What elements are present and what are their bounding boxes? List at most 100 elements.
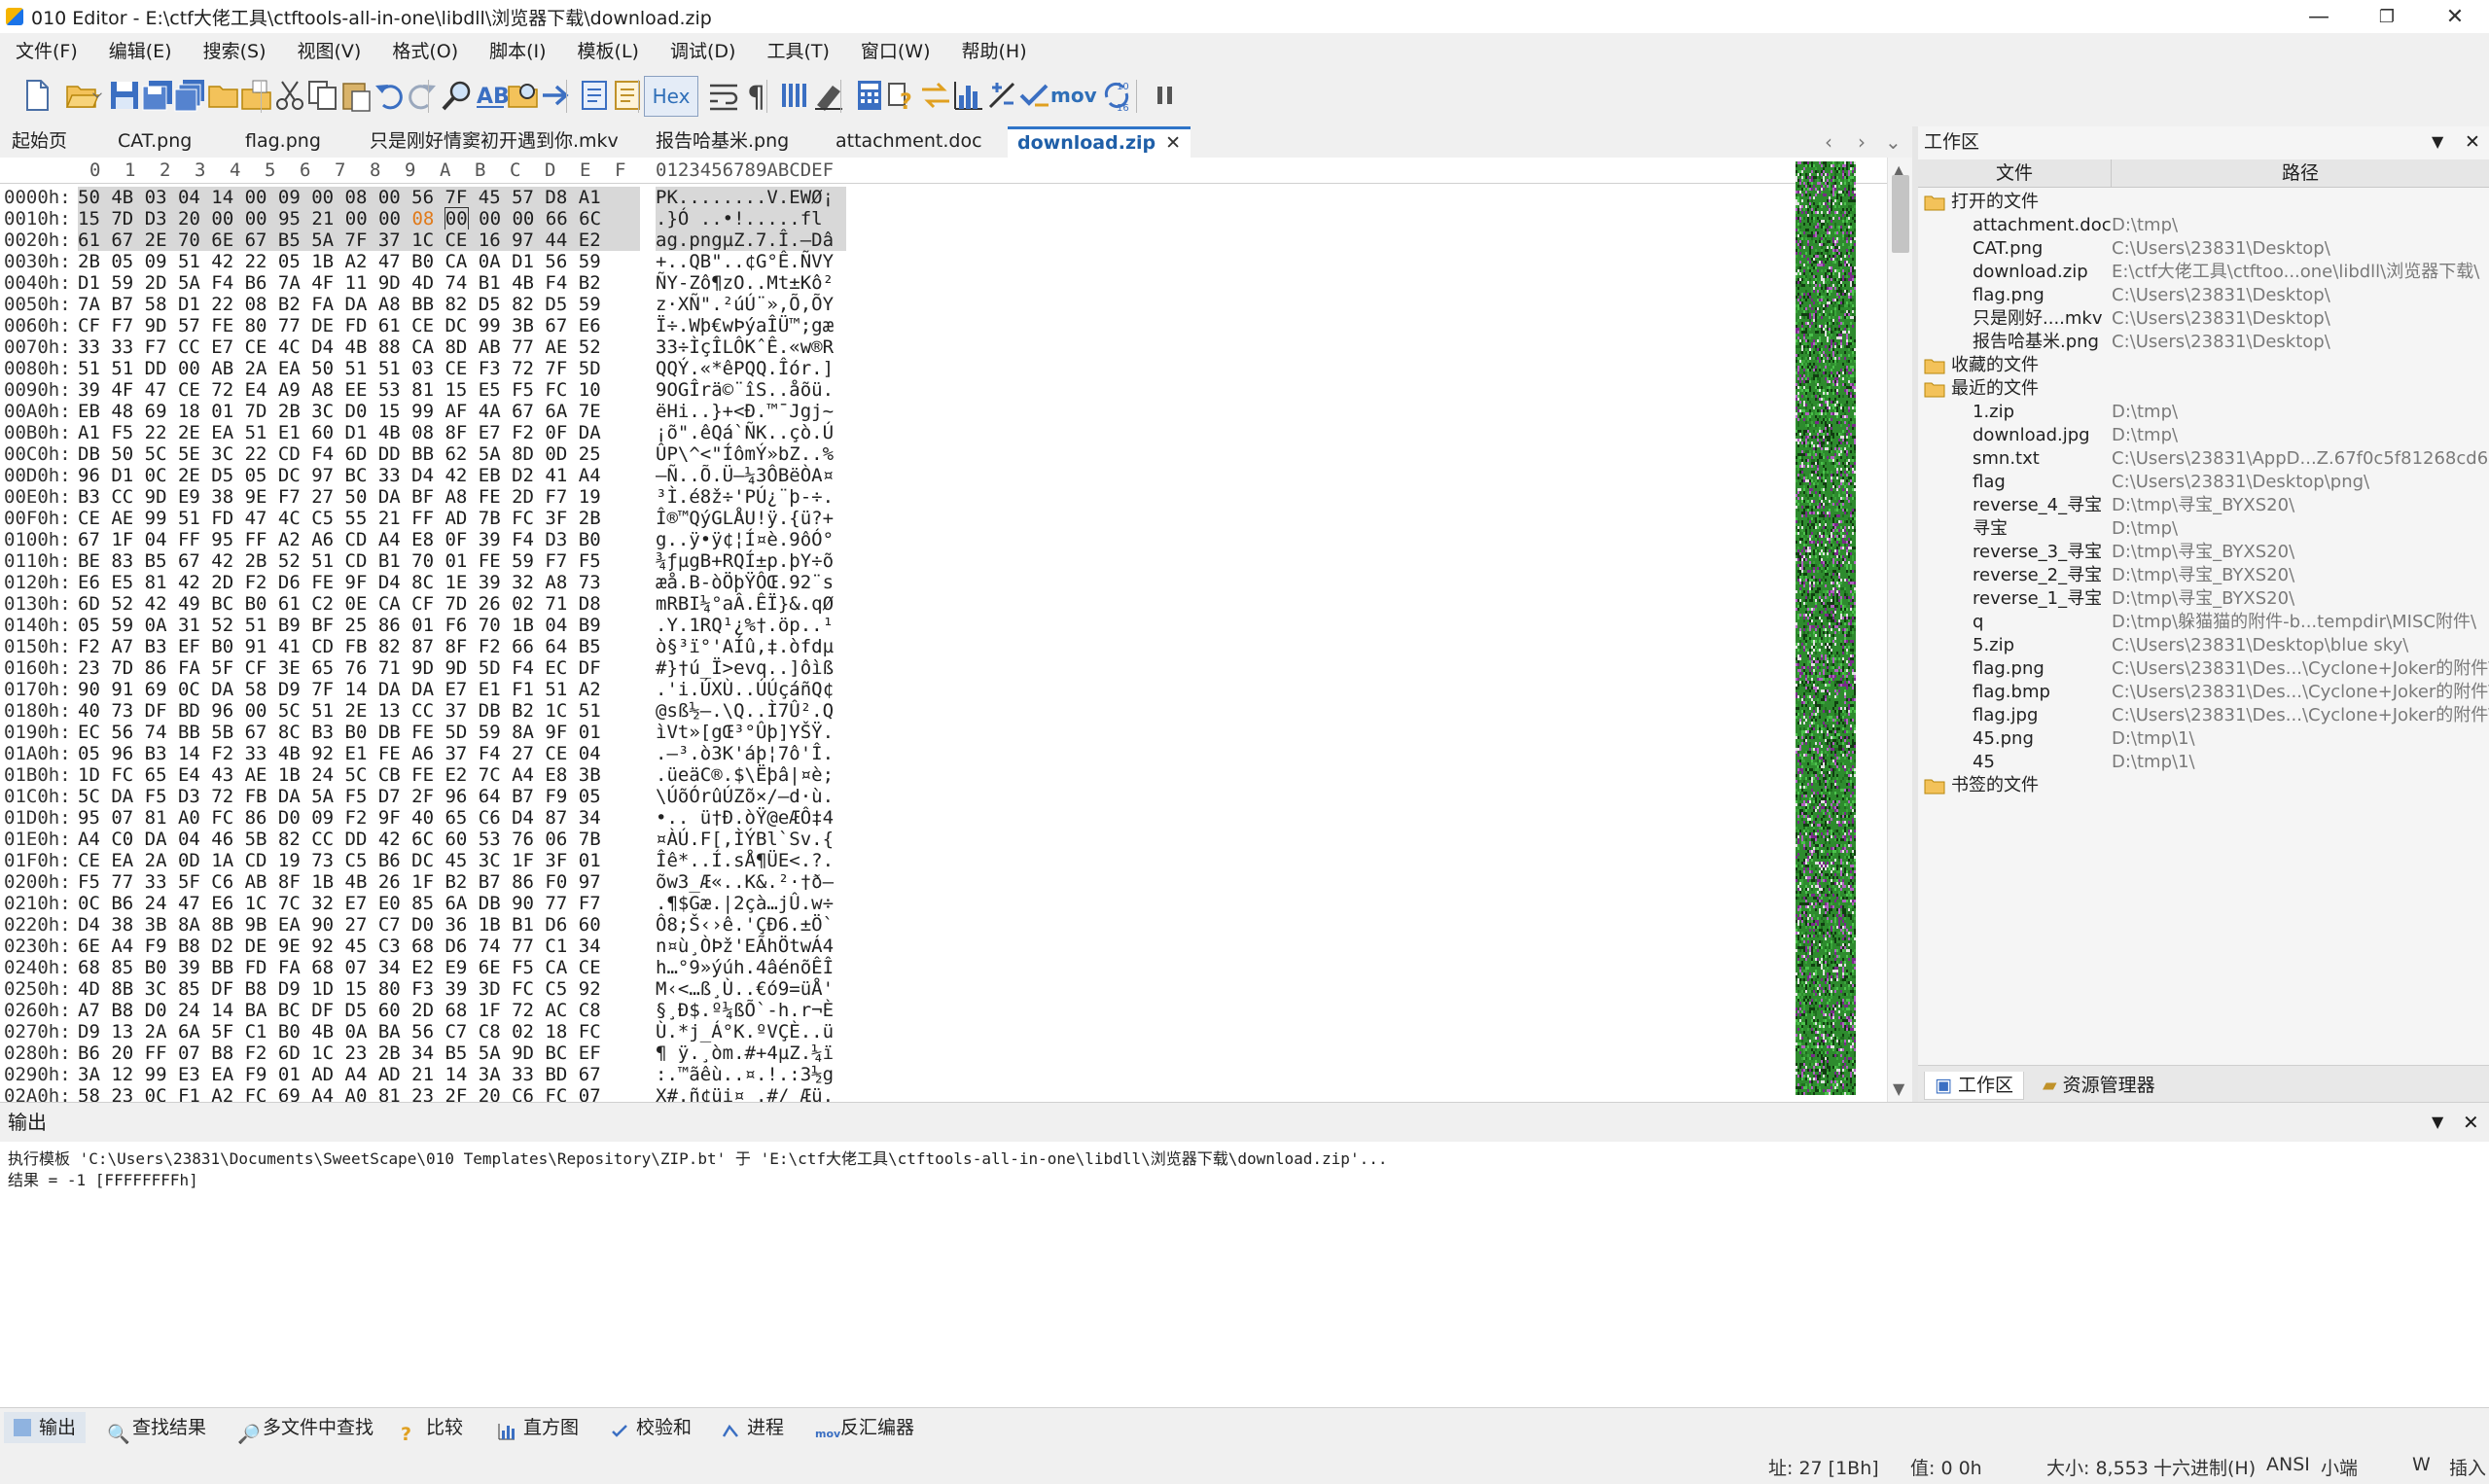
row-bytes[interactable]: 96 D1 0C 2E D5 05 DC 97 BC 33 D4 42 EB D… [78,465,640,486]
row-chars[interactable]: ag.pngµZ.7.Î.—Dâ [656,230,846,251]
show-whitespace-icon[interactable]: ¶ [735,74,778,117]
col-path-header[interactable]: 路径 [2112,159,2489,187]
workspace-file-row[interactable]: reverse_2_寻宝 D:\tmp\寻宝_BYXS20\ [1918,564,2489,587]
tab-attachment-doc[interactable]: attachment.doc [836,126,982,158]
maximize-button[interactable]: ❐ [2353,0,2421,33]
menu-item[interactable]: 窗口(W) [845,37,946,63]
row-chars[interactable]: õw3_Æ«..K&.²·†ð— [656,871,846,893]
row-chars[interactable]: .¶$Gæ.|2çà…jÛ.w÷ [656,893,846,914]
row-chars[interactable]: g..ÿ•ÿ¢¦Í¤è.9ôÓ° [656,529,846,550]
workspace-group[interactable]: 书签的文件 [1918,774,2489,797]
tab-flag-png[interactable]: flag.png [245,126,321,158]
row-chars[interactable]: ¶ ÿ.¸òm.#+4µZ.¼ï [656,1042,846,1064]
status-address[interactable]: 址: 27 [1Bh] [1768,1454,1879,1480]
row-bytes[interactable]: 58 23 0C F1 A2 FC 69 A4 A0 81 23 2F 20 C… [78,1085,640,1102]
row-bytes[interactable]: 5C DA F5 D3 72 FB DA 5A F5 D7 2F 96 64 B… [78,786,640,807]
tab-histogram[interactable]: 直方图 [498,1412,579,1443]
workspace-file-row[interactable]: flag.png C:\Users\23831\Des...\Cyclone+Jo… [1918,657,2489,681]
workspace-file-row[interactable]: reverse_1_寻宝 D:\tmp\寻宝_BYXS20\ [1918,587,2489,611]
menu-item[interactable]: 文件(F) [0,37,93,63]
menu-item[interactable]: 搜索(S) [188,37,282,63]
workspace-file-row[interactable]: download.zip E:\ctf大佬工具\ctftoo...one\libd… [1918,261,2489,284]
tab-mkv[interactable]: 只是刚好情窦初开遇到你.mkv [370,126,619,158]
row-bytes[interactable]: EB 48 69 18 01 7D 2B 3C D0 15 99 AF 4A 6… [78,401,640,422]
workspace-file-row[interactable]: 1.zip D:\tmp\ [1918,401,2489,424]
row-chars[interactable]: +..QB"..¢G°Ê.ÑVY [656,251,846,272]
tab-processes[interactable]: 进程 [722,1412,784,1443]
workspace-file-row[interactable]: attachment.doc D:\tmp\ [1918,214,2489,237]
output-close-icon[interactable]: ✕ [2463,1103,2479,1142]
status-value[interactable]: 值: 0 0h [1910,1454,1982,1480]
row-chars[interactable]: .Y.1RQ¹¿%†.öp..¹ [656,615,846,636]
row-bytes[interactable]: D4 38 3B 8A 8B 9B EA 90 27 C7 D0 36 1B B… [78,914,640,936]
row-bytes[interactable]: 05 96 B3 14 F2 33 4B 92 E1 FE A6 37 F4 2… [78,743,640,764]
scroll-thumb[interactable] [1892,175,1909,253]
menu-item[interactable]: 编辑(E) [93,37,188,63]
row-bytes[interactable]: A1 F5 22 2E EA 51 E1 60 D1 4B 08 8F E7 F… [78,422,640,443]
row-chars[interactable]: ÑY-Zô¶zO..Mt±Kô² [656,272,846,294]
menu-item[interactable]: 模板(L) [562,37,655,63]
row-chars[interactable]: ³Ì.é8ž÷'PÚ¿¨þ-÷. [656,486,846,508]
row-bytes[interactable]: 2B 05 09 51 42 22 05 1B A2 47 B0 CA 0A D… [78,251,640,272]
minimap[interactable] [1796,161,1856,1101]
row-chars[interactable]: 33÷ÌçÎLÔKˆÊ.«w®R [656,336,846,358]
row-bytes[interactable]: B6 20 FF 07 B8 F2 6D 1C 23 2B 34 B5 5A 9… [78,1042,640,1064]
workspace-group[interactable]: 最近的文件 [1918,377,2489,401]
col-file-header[interactable]: 文件 [1918,159,2112,187]
tab-find-in-files[interactable]: 🔎 多文件中查找 [237,1412,373,1445]
row-bytes[interactable]: 0C B6 24 47 E6 1C 7C 32 E7 E0 85 6A DB 9… [78,893,640,914]
tab-cat-png[interactable]: CAT.png [118,126,192,158]
workspace-file-row[interactable]: smn.txt C:\Users\23831\AppD...Z.67f0c5f81… [1918,447,2489,471]
highlight-icon[interactable] [807,74,850,117]
row-chars[interactable]: n¤ù¸ÒÞž'EÃhÖtwÁ4 [656,936,846,957]
row-bytes[interactable]: 51 51 DD 00 AB 2A EA 50 51 51 03 CE F3 7… [78,358,640,379]
row-bytes[interactable]: 67 1F 04 FF 95 FF A2 A6 CD A4 E8 0F 39 F… [78,529,640,550]
row-chars[interactable]: .üeäC®.$\Ëþâ|¤è; [656,764,846,786]
tab-workspace[interactable]: ▣ 工作区 [1924,1072,2025,1100]
workspace-group[interactable]: 收藏的文件 [1918,354,2489,377]
row-chars[interactable]: ¾ƒµgB+RQÍ±p.þY÷õ [656,550,846,572]
row-chars[interactable]: æå.B-òÖþŸÔŒ.92¨s [656,572,846,593]
row-chars[interactable]: 9OGÎrä©¨îS..åõü. [656,379,846,401]
row-bytes[interactable]: 15 7D D3 20 00 00 95 21 00 00 08 00 00 0… [78,207,640,230]
row-chars[interactable]: •.. ü†Ð.òŸ@eÆÔ‡4 [656,807,846,829]
workspace-file-row[interactable]: flag.jpg C:\Users\23831\Des...\Cyclone+Jo… [1918,704,2489,727]
menu-item[interactable]: 格式(O) [376,37,474,63]
workspace-file-row[interactable]: reverse_4_寻宝 D:\tmp\寻宝_BYXS20\ [1918,494,2489,517]
menu-item[interactable]: 调试(D) [655,37,751,63]
row-bytes[interactable]: 05 59 0A 31 52 51 B9 BF 25 86 01 F6 70 1… [78,615,640,636]
scroll-down-icon[interactable]: ▼ [1893,1079,1904,1098]
row-bytes[interactable]: 90 91 69 0C DA 58 D9 7F 14 DA DA E7 E1 F… [78,679,640,700]
tab-compare[interactable]: ? 比较 [401,1412,463,1445]
status-endian[interactable]: 小端 [2321,1454,2358,1480]
hex-editor-view[interactable]: 0123456789ABCDEF 0123456789ABCDEF 0000h:… [0,158,1912,1102]
row-bytes[interactable]: CE AE 99 51 FD 47 4C C5 55 21 FF AD 7B F… [78,508,640,529]
row-chars[interactable]: Î®™QýGLÅU!ÿ.{ü?+ [656,508,846,529]
workspace-file-row[interactable]: flag C:\Users\23831\Desktop\png\ [1918,471,2489,494]
workspace-file-row[interactable]: CAT.png C:\Users\23831\Desktop\ [1918,237,2489,261]
row-chars[interactable]: ëHi..}+<Ð.™¯Jgj~ [656,401,846,422]
row-bytes[interactable]: CE EA 2A 0D 1A CD 19 73 C5 B6 DC 45 3C 1… [78,850,640,871]
row-bytes[interactable]: 50 4B 03 04 14 00 09 00 08 00 56 7F 45 5… [78,187,640,208]
row-chars[interactable]: ÛP\^<"ÍômÝ»bZ..% [656,443,846,465]
row-bytes[interactable]: 68 85 B0 39 BB FD FA 68 07 34 E2 E9 6E F… [78,957,640,978]
row-chars[interactable]: Ù.*j_Á°K.ºVÇÈ..ü [656,1021,846,1042]
row-bytes[interactable]: 1D FC 65 E4 43 AE 1B 24 5C CB FE E2 7C A… [78,764,640,786]
goto-arrow-icon[interactable] [535,74,578,117]
row-bytes[interactable]: EC 56 74 BB 5B 67 8C B3 B0 DB FE 5D 59 8… [78,722,640,743]
row-bytes[interactable]: 33 33 F7 CC E7 CE 4C D4 4B 88 CA 8D AB 7… [78,336,640,358]
row-bytes[interactable]: 6E A4 F9 B8 D2 DE 9E 92 45 C3 68 D6 74 7… [78,936,640,957]
row-bytes[interactable]: F5 77 33 5F C6 AB 8F 1B 4B 26 1F B2 B7 8… [78,871,640,893]
row-bytes[interactable]: 6D 52 42 49 BC B0 61 C2 0E CA CF 7D 26 0… [78,593,640,615]
menu-item[interactable]: 脚本(I) [474,37,561,63]
workspace-file-row[interactable]: flag.png C:\Users\23831\Desktop\ [1918,284,2489,307]
row-bytes[interactable]: 3A 12 99 E3 EA F9 01 AD A4 AD 21 14 3A 3… [78,1064,640,1085]
minimize-button[interactable]: — [2285,0,2353,33]
tab-checksum[interactable]: 校验和 [611,1412,692,1443]
row-chars[interactable]: \ÚõÓrûÚZõ×/–d·ù. [656,786,846,807]
tab-explorer[interactable]: ▰ 资源管理器 [2043,1072,2155,1099]
hex-scrollbar[interactable]: ▲ ▼ [1887,158,1912,1102]
output-menu-icon[interactable]: ▼ [2432,1103,2443,1142]
row-bytes[interactable]: 95 07 81 A0 FC 86 D0 09 F2 9F 40 65 C6 D… [78,807,640,829]
menu-item[interactable]: 视图(V) [282,37,377,63]
